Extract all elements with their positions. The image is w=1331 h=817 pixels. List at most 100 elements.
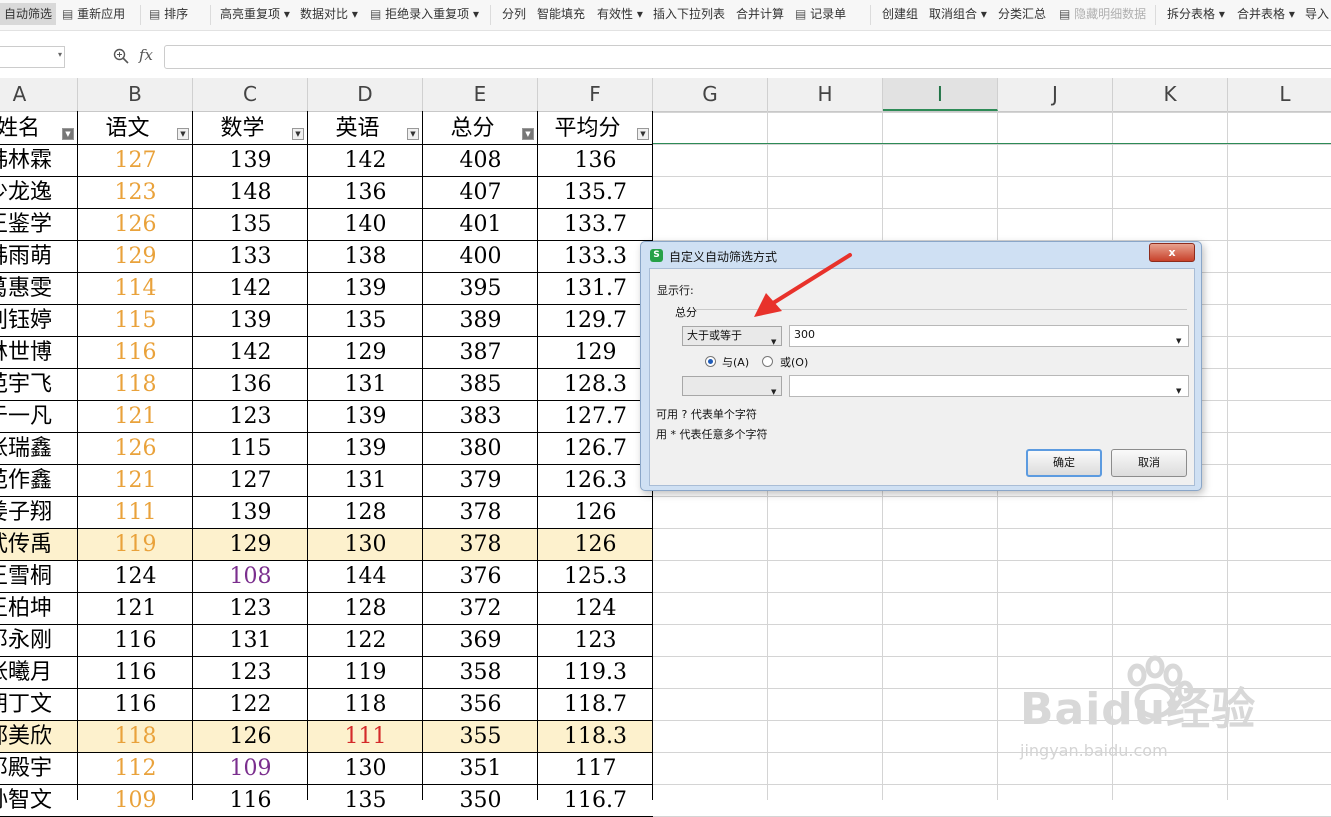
score-cell[interactable]: 133.7 bbox=[538, 209, 653, 241]
score-cell[interactable]: 119 bbox=[308, 657, 423, 689]
score-cell[interactable]: 123 bbox=[193, 401, 308, 433]
toolbar-item-13[interactable]: 取消组合 ▾ bbox=[929, 3, 987, 25]
formula-input[interactable] bbox=[164, 45, 1331, 69]
name-cell[interactable]: 韩林霖 bbox=[0, 145, 60, 177]
score-cell[interactable]: 116.7 bbox=[538, 785, 653, 817]
condition2-operator-select[interactable]: ▼ bbox=[682, 376, 782, 396]
column-header-H[interactable]: H bbox=[768, 78, 883, 111]
score-cell[interactable]: 129 bbox=[193, 529, 308, 561]
score-cell[interactable]: 408 bbox=[423, 145, 538, 177]
table-header-cell[interactable]: 平均分 bbox=[538, 113, 637, 145]
score-cell[interactable]: 383 bbox=[423, 401, 538, 433]
and-radio-label[interactable]: 与(A) bbox=[722, 354, 749, 370]
score-cell[interactable]: 385 bbox=[423, 369, 538, 401]
score-cell[interactable]: 130 bbox=[308, 753, 423, 785]
table-header-cell[interactable]: 总分 bbox=[423, 113, 522, 145]
name-cell[interactable]: 于一凡 bbox=[0, 401, 60, 433]
column-header-A[interactable]: A bbox=[0, 78, 78, 111]
toolbar-item-6[interactable]: 分列 bbox=[502, 3, 526, 25]
name-cell[interactable]: 邓永刚 bbox=[0, 625, 60, 657]
score-cell[interactable]: 115 bbox=[78, 305, 193, 337]
name-cell[interactable]: 王鉴学 bbox=[0, 209, 60, 241]
score-cell[interactable]: 126 bbox=[538, 529, 653, 561]
name-cell[interactable]: 王雪桐 bbox=[0, 561, 60, 593]
score-cell[interactable]: 355 bbox=[423, 721, 538, 753]
score-cell[interactable]: 122 bbox=[308, 625, 423, 657]
score-cell[interactable]: 123 bbox=[193, 593, 308, 625]
name-cell[interactable]: 姜子翔 bbox=[0, 497, 60, 529]
zoom-magnifier-icon[interactable] bbox=[113, 48, 129, 64]
score-cell[interactable]: 126 bbox=[78, 209, 193, 241]
score-cell[interactable]: 378 bbox=[423, 529, 538, 561]
toolbar-item-7[interactable]: 智能填充 bbox=[537, 3, 585, 25]
toolbar-item-18[interactable]: 导入 bbox=[1305, 3, 1329, 25]
score-cell[interactable]: 121 bbox=[78, 593, 193, 625]
toolbar-item-5[interactable]: ▤ 拒绝录入重复项 ▾ bbox=[370, 3, 479, 25]
score-cell[interactable]: 139 bbox=[308, 433, 423, 465]
score-cell[interactable]: 111 bbox=[308, 721, 423, 753]
toolbar-item-16[interactable]: 拆分表格 ▾ bbox=[1167, 3, 1225, 25]
score-cell[interactable]: 356 bbox=[423, 689, 538, 721]
score-cell[interactable]: 118 bbox=[78, 369, 193, 401]
score-cell[interactable]: 118.3 bbox=[538, 721, 653, 753]
score-cell[interactable]: 139 bbox=[308, 401, 423, 433]
score-cell[interactable]: 126.7 bbox=[538, 433, 653, 465]
column-header-E[interactable]: E bbox=[423, 78, 538, 111]
filter-dropdown-icon[interactable]: ▼ bbox=[292, 128, 304, 140]
condition1-operator-select[interactable]: 大于或等于 ▼ bbox=[682, 326, 782, 346]
score-cell[interactable]: 116 bbox=[78, 689, 193, 721]
score-cell[interactable]: 372 bbox=[423, 593, 538, 625]
name-box[interactable] bbox=[0, 46, 65, 68]
name-cell[interactable]: 范宇飞 bbox=[0, 369, 60, 401]
score-cell[interactable]: 126.3 bbox=[538, 465, 653, 497]
and-radio[interactable] bbox=[705, 356, 716, 367]
score-cell[interactable]: 127 bbox=[193, 465, 308, 497]
score-cell[interactable]: 395 bbox=[423, 273, 538, 305]
score-cell[interactable]: 136 bbox=[538, 145, 653, 177]
toolbar-item-12[interactable]: 创建组 bbox=[882, 3, 918, 25]
score-cell[interactable]: 129 bbox=[78, 241, 193, 273]
score-cell[interactable]: 126 bbox=[538, 497, 653, 529]
score-cell[interactable]: 127 bbox=[78, 145, 193, 177]
column-header-D[interactable]: D bbox=[308, 78, 423, 111]
score-cell[interactable]: 139 bbox=[193, 497, 308, 529]
score-cell[interactable]: 407 bbox=[423, 177, 538, 209]
column-header-G[interactable]: G bbox=[653, 78, 768, 111]
name-box-dropdown-icon[interactable]: ▾ bbox=[58, 50, 62, 59]
score-cell[interactable]: 380 bbox=[423, 433, 538, 465]
column-header-C[interactable]: C bbox=[193, 78, 308, 111]
condition1-value-input[interactable]: 300 ▼ bbox=[789, 325, 1189, 347]
toolbar-item-0[interactable]: 自动筛选 bbox=[0, 3, 57, 25]
column-header-I[interactable]: I bbox=[883, 78, 998, 111]
column-header-B[interactable]: B bbox=[78, 78, 193, 111]
score-cell[interactable]: 123 bbox=[538, 625, 653, 657]
name-cell[interactable]: 邓殿宇 bbox=[0, 753, 60, 785]
score-cell[interactable]: 136 bbox=[308, 177, 423, 209]
score-cell[interactable]: 350 bbox=[423, 785, 538, 817]
score-cell[interactable]: 136 bbox=[193, 369, 308, 401]
score-cell[interactable]: 142 bbox=[308, 145, 423, 177]
toolbar-item-3[interactable]: 高亮重复项 ▾ bbox=[220, 3, 290, 25]
score-cell[interactable]: 129 bbox=[538, 337, 653, 369]
score-cell[interactable]: 128 bbox=[308, 593, 423, 625]
score-cell[interactable]: 130 bbox=[308, 529, 423, 561]
name-cell[interactable]: 张曦月 bbox=[0, 657, 60, 689]
name-cell[interactable]: 葛惠雯 bbox=[0, 273, 60, 305]
score-cell[interactable]: 148 bbox=[193, 177, 308, 209]
score-cell[interactable]: 131 bbox=[193, 625, 308, 657]
filter-dropdown-icon[interactable]: ▼ bbox=[177, 128, 189, 140]
score-cell[interactable]: 135 bbox=[193, 209, 308, 241]
ok-button[interactable]: 确定 bbox=[1026, 449, 1102, 477]
toolbar-item-10[interactable]: 合并计算 bbox=[736, 3, 784, 25]
name-cell[interactable]: 范作鑫 bbox=[0, 465, 60, 497]
score-cell[interactable]: 125.3 bbox=[538, 561, 653, 593]
name-cell[interactable]: 少龙逸 bbox=[0, 177, 60, 209]
score-cell[interactable]: 117 bbox=[538, 753, 653, 785]
close-icon[interactable]: x bbox=[1149, 243, 1195, 262]
score-cell[interactable]: 121 bbox=[78, 465, 193, 497]
fx-icon[interactable]: fx bbox=[139, 46, 153, 64]
score-cell[interactable]: 114 bbox=[78, 273, 193, 305]
score-cell[interactable]: 400 bbox=[423, 241, 538, 273]
filter-dropdown-icon[interactable]: ▼ bbox=[62, 128, 74, 140]
score-cell[interactable]: 389 bbox=[423, 305, 538, 337]
